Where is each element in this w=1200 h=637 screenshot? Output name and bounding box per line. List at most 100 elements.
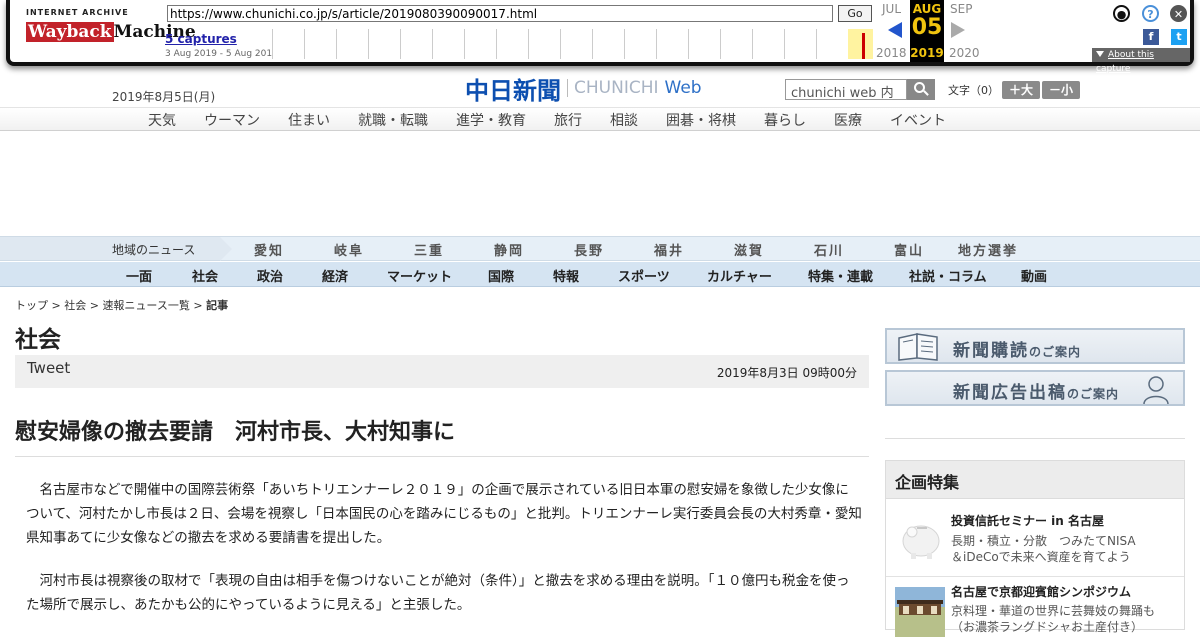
site-logo-en1: CHUNICHI <box>574 78 659 98</box>
chevron-right-icon <box>220 237 232 261</box>
caret-down-icon <box>1096 51 1104 57</box>
category-navigation: 一面 社会 政治 経済 マーケット 国際 特報 スポーツ カルチャー 特集・連載… <box>0 262 1200 287</box>
region-item[interactable]: 三重 <box>414 240 444 259</box>
region-navigation: 地域のニュース 愛知 岐阜 三重 静岡 長野 福井 滋賀 石川 富山 地方選挙 <box>0 236 1200 261</box>
user-icon[interactable]: ● <box>1113 5 1130 22</box>
subscription-guide-button[interactable]: 新聞購読のご案内 <box>885 328 1185 364</box>
feature-item-desc: 長期・積立・分散 つみたてNISA ＆iDeCoで未来へ資産を育てよう <box>951 533 1176 565</box>
font-larger-button[interactable]: ＋大 <box>1002 81 1040 99</box>
feature-item-desc: 京料理・華道の世界に芸舞妓の舞踊も （お濃茶ラングドシャお土産付き） <box>951 603 1176 635</box>
headline-divider <box>15 456 869 457</box>
advertising-guide-suffix: のご案内 <box>1067 387 1120 401</box>
category-item[interactable]: スポーツ <box>618 266 670 285</box>
region-item[interactable]: 岐阜 <box>334 240 364 259</box>
subscription-guide-label: 新聞購読のご案内 <box>953 336 1081 361</box>
topnav-item[interactable]: 暮らし <box>764 110 806 130</box>
category-item[interactable]: 政治 <box>257 266 283 285</box>
close-icon[interactable]: ✕ <box>1170 5 1187 22</box>
breadcrumb-link[interactable]: 社会 <box>64 299 86 312</box>
topnav-item[interactable]: 囲碁・将棋 <box>666 110 736 130</box>
wayback-logo-line1: INTERNET ARCHIVE <box>26 8 129 17</box>
feature-box: 企画特集 投資信託セミナー in 名古屋 長期・積立・分散 つみたてNISA ＆… <box>885 460 1185 637</box>
subscription-guide-main: 新聞購読 <box>953 341 1029 361</box>
logo-divider <box>567 79 568 97</box>
wayback-captures-link[interactable]: 5 captures <box>165 32 237 46</box>
topnav-item[interactable]: 医療 <box>834 110 862 130</box>
ad-space <box>0 131 1200 236</box>
about-capture-label: About this capture <box>1096 50 1154 74</box>
wayback-url-input[interactable] <box>167 5 833 22</box>
wayback-logo[interactable]: INTERNET ARCHIVE Wayback Machine <box>26 8 196 52</box>
search-button[interactable] <box>907 79 935 100</box>
topnav-item[interactable]: 就職・転職 <box>358 110 428 130</box>
current-month: AUG <box>912 2 942 16</box>
feature-item[interactable]: 名古屋で京都迎賓館シンポジウム 京料理・華道の世界に芸舞妓の舞踊も （お濃茶ラン… <box>886 579 1184 637</box>
breadcrumb-link[interactable]: 速報ニュース一覧 <box>102 299 189 312</box>
region-item[interactable]: 地方選挙 <box>958 240 1018 259</box>
topnav-item[interactable]: 住まい <box>288 110 330 130</box>
breadcrumb-link[interactable]: トップ <box>15 299 48 312</box>
region-item[interactable]: 石川 <box>814 240 844 259</box>
feature-desc-line: ＆iDeCoで未来へ資産を育てよう <box>951 550 1131 564</box>
wayback-prev-year[interactable]: 2018 <box>876 46 907 60</box>
subscription-guide-suffix: のご案内 <box>1029 345 1082 359</box>
region-item[interactable]: 福井 <box>654 240 684 259</box>
wayback-next-year[interactable]: 2020 <box>949 46 980 60</box>
prev-capture-arrow-icon[interactable] <box>888 22 902 38</box>
topnav-item[interactable]: 旅行 <box>554 110 582 130</box>
help-icon[interactable]: ? <box>1142 5 1159 22</box>
wayback-current-date: AUG 05 2019 <box>910 0 944 62</box>
sparkline-current-highlight <box>848 29 873 59</box>
region-item[interactable]: 長野 <box>574 240 604 259</box>
category-item[interactable]: 経済 <box>322 266 348 285</box>
wayback-logo-wayback: Wayback <box>26 22 114 42</box>
topnav-item[interactable]: イベント <box>890 110 946 130</box>
category-item[interactable]: 国際 <box>488 266 514 285</box>
sparkline-capture-bar[interactable] <box>862 33 865 59</box>
category-item[interactable]: 社会 <box>192 266 218 285</box>
category-item[interactable]: 動画 <box>1021 266 1047 285</box>
site-search-input[interactable]: chunichi web 内 <box>785 79 907 101</box>
wayback-sparkline[interactable] <box>272 29 873 59</box>
topnav-item[interactable]: 進学・教育 <box>456 110 526 130</box>
next-capture-arrow-icon[interactable] <box>951 22 965 38</box>
region-item[interactable]: 愛知 <box>254 240 284 259</box>
topnav-item[interactable]: 相談 <box>610 110 638 130</box>
topnav-item[interactable]: ウーマン <box>204 110 260 130</box>
search-icon-handle <box>923 90 929 96</box>
current-day: 05 <box>911 15 943 40</box>
region-item[interactable]: 滋賀 <box>734 240 764 259</box>
category-item[interactable]: 社説・コラム <box>909 266 987 285</box>
wayback-logo-line2: Wayback Machine <box>26 21 196 43</box>
advertising-guide-label: 新聞広告出稿のご案内 <box>953 378 1119 403</box>
site-logo-en2: Web <box>664 78 702 98</box>
feature-item[interactable]: 投資信託セミナー in 名古屋 長期・積立・分散 つみたてNISA ＆iDeCo… <box>886 503 1184 577</box>
category-item[interactable]: マーケット <box>387 266 452 285</box>
wayback-go-button[interactable]: Go <box>838 5 872 22</box>
feature-item-title: 投資信託セミナー in 名古屋 <box>951 514 1105 528</box>
site-logo[interactable]: 中日新聞 CHUNICHI Web <box>465 74 702 105</box>
article-headline: 慰安婦像の撤去要請 河村市長、大村知事に <box>15 420 456 445</box>
font-size-label: 文字（0） <box>948 84 999 97</box>
person-icon <box>1143 376 1169 404</box>
twitter-icon[interactable]: t <box>1171 29 1187 45</box>
feature-desc-line: 長期・積立・分散 つみたてNISA <box>951 534 1136 548</box>
region-item[interactable]: 富山 <box>894 240 924 259</box>
region-item[interactable]: 静岡 <box>494 240 524 259</box>
font-smaller-button[interactable]: －小 <box>1042 81 1080 99</box>
feature-title: 企画特集 <box>895 473 960 492</box>
article-paragraph: 河村市長は視察後の取材で「表現の自由は相手を傷つけないことが絶対（条件）」と撤去… <box>26 573 850 613</box>
about-capture-button[interactable]: About this capture <box>1092 48 1190 74</box>
advertising-guide-button[interactable]: 新聞広告出稿のご案内 <box>885 370 1185 406</box>
feature-item-title: 名古屋で京都迎賓館シンポジウム <box>951 585 1132 599</box>
facebook-icon[interactable]: f <box>1143 29 1159 45</box>
topnav-item[interactable]: 天気 <box>148 110 176 130</box>
category-item[interactable]: 特集・連載 <box>808 266 873 285</box>
category-item[interactable]: カルチャー <box>707 266 772 285</box>
wayback-prev-month[interactable]: JUL <box>882 2 901 16</box>
category-item[interactable]: 特報 <box>553 266 579 285</box>
wayback-next-month[interactable]: SEP <box>950 2 972 16</box>
tweet-button[interactable]: Tweet <box>27 359 70 377</box>
top-navigation: 天気 ウーマン 住まい 就職・転職 進学・教育 旅行 相談 囲碁・将棋 暮らし … <box>0 107 1200 131</box>
category-item[interactable]: 一面 <box>126 266 152 285</box>
